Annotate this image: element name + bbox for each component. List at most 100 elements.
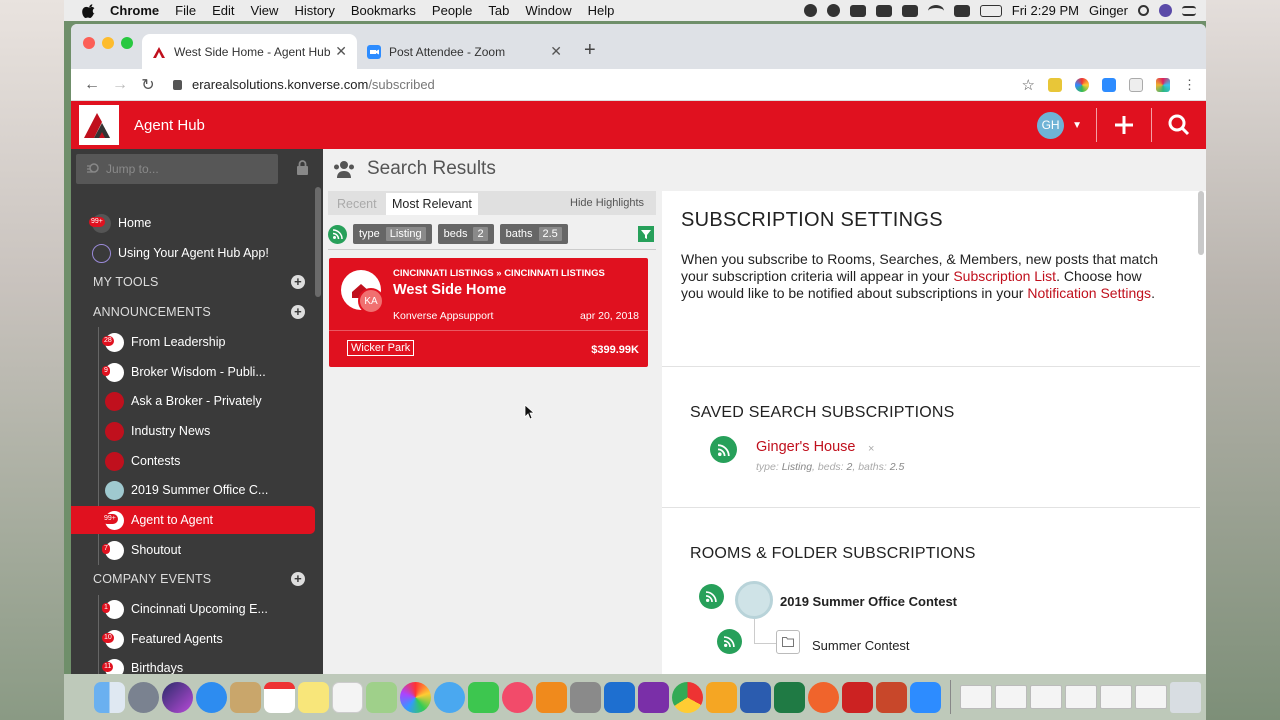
search-result-card[interactable]: KA CINCINNATI LISTINGS » CINCINNATI LIST… [329, 258, 648, 367]
add-icon[interactable]: + [291, 305, 305, 319]
saved-search-rss-button[interactable] [710, 436, 737, 463]
filter-icon[interactable] [638, 226, 654, 242]
launchpad-icon[interactable] [128, 681, 159, 713]
onenote-icon[interactable] [638, 681, 669, 713]
close-tab-icon[interactable]: ✕ [335, 43, 347, 60]
user-avatar[interactable]: GH [1037, 111, 1065, 139]
safari-icon[interactable] [196, 681, 227, 713]
reminders-icon[interactable] [332, 681, 363, 713]
recent-document-icon[interactable] [1030, 685, 1062, 709]
agent-hub-logo[interactable] [79, 105, 119, 145]
powerpoint-icon[interactable] [876, 681, 907, 713]
wifi-icon[interactable] [927, 4, 944, 17]
menu-people[interactable]: People [432, 3, 472, 18]
menu-history[interactable]: History [294, 3, 334, 18]
menubar-user[interactable]: Ginger [1089, 3, 1128, 18]
siri-icon[interactable] [1159, 4, 1172, 17]
menu-bookmarks[interactable]: Bookmarks [351, 3, 416, 18]
creative-cloud-icon[interactable] [826, 4, 840, 17]
new-tab-button[interactable]: + [584, 39, 596, 62]
close-window-button[interactable] [83, 37, 95, 49]
spotlight-icon[interactable] [1138, 5, 1149, 16]
tab-most-relevant[interactable]: Most Relevant [386, 193, 478, 215]
photos-icon[interactable] [400, 681, 431, 713]
pencil-app-icon[interactable] [808, 681, 839, 713]
extension-color-icon[interactable] [1075, 77, 1089, 92]
contacts-icon[interactable] [230, 681, 261, 713]
jump-to-input[interactable]: Jump to... [76, 154, 278, 184]
forward-button[interactable]: → [109, 76, 131, 94]
url-field[interactable]: erarealsolutions.konverse.com/subscribed [173, 77, 1022, 92]
sidebar-item-contests[interactable]: Contests [71, 447, 315, 475]
shield-icon[interactable] [875, 4, 892, 17]
room-name[interactable]: 2019 Summer Office Contest [780, 594, 957, 609]
recent-document-icon[interactable] [1135, 685, 1167, 709]
sidebar-item-ask-a-broker[interactable]: Ask a Broker - Privately [71, 387, 315, 415]
menu-app-name[interactable]: Chrome [110, 3, 159, 18]
chrome-menu-icon[interactable]: ⋮ [1183, 77, 1196, 93]
sidebar-item-using-agent-hub[interactable]: Using Your Agent Hub App! [71, 239, 315, 267]
apple-icon[interactable] [82, 3, 96, 18]
minimize-window-button[interactable] [102, 37, 114, 49]
notification-settings-link[interactable]: Notification Settings [1027, 285, 1151, 301]
lock-icon[interactable] [296, 160, 309, 175]
tab-agent-hub[interactable]: West Side Home - Agent Hub ✕ [142, 34, 357, 69]
cloud-icon[interactable] [849, 4, 866, 17]
section-company-events[interactable]: COMPANY EVENTS + [71, 565, 315, 593]
sketch-icon[interactable] [706, 681, 737, 713]
recent-document-icon[interactable] [1065, 685, 1097, 709]
word-icon[interactable] [740, 681, 771, 713]
menu-tab[interactable]: Tab [488, 3, 509, 18]
excel-icon[interactable] [774, 681, 805, 713]
zoom-app-icon[interactable] [910, 681, 941, 713]
maps-icon[interactable] [366, 681, 397, 713]
messages-icon[interactable] [434, 681, 465, 713]
bookmark-star-icon[interactable]: ☆ [1022, 76, 1035, 94]
recent-document-icon[interactable] [960, 685, 992, 709]
panel-scrollbar[interactable] [1198, 191, 1204, 255]
sidebar-item-birthdays[interactable]: 11 Birthdays [71, 654, 315, 674]
menubar-clock[interactable]: Fri 2:29 PM [1012, 3, 1079, 18]
result-title[interactable]: West Side Home [393, 282, 506, 298]
tab-zoom[interactable]: Post Attendee - Zoom ✕ [357, 34, 572, 69]
sidebar-scrollbar[interactable] [315, 187, 321, 297]
reload-button[interactable]: ↻ [137, 75, 159, 95]
music-icon[interactable] [502, 681, 533, 713]
saved-search-name[interactable]: Ginger's House [756, 439, 855, 455]
finder-icon[interactable] [94, 681, 125, 713]
chrome-icon[interactable] [672, 681, 703, 713]
sidebar-item-summer-office-contest[interactable]: 2019 Summer Office C... [71, 476, 315, 504]
add-button[interactable] [1097, 101, 1151, 149]
add-icon[interactable]: + [291, 275, 305, 289]
back-button[interactable]: ← [81, 76, 103, 94]
record-icon[interactable] [803, 4, 817, 17]
extension-notes-icon[interactable] [1048, 77, 1062, 92]
sidebar-item-home[interactable]: 99+ Home [71, 209, 315, 237]
room-rss-button[interactable] [699, 584, 724, 609]
siri-icon[interactable] [162, 681, 193, 713]
recent-document-icon[interactable] [1100, 685, 1132, 709]
outlook-icon[interactable] [604, 681, 635, 713]
sidebar-item-featured-agents[interactable]: 10 Featured Agents [71, 625, 315, 653]
menu-file[interactable]: File [175, 3, 196, 18]
system-preferences-icon[interactable] [570, 681, 601, 713]
extension-zoom-icon[interactable] [1102, 77, 1116, 92]
filter-chip-beds[interactable]: beds 2 [437, 224, 494, 244]
notes-icon[interactable] [298, 681, 329, 713]
result-breadcrumb[interactable]: CINCINNATI LISTINGS » CINCINNATI LISTING… [393, 268, 605, 279]
battery-icon[interactable] [979, 4, 1002, 17]
subscribe-rss-button[interactable] [328, 224, 347, 244]
extension-code-icon[interactable] [1129, 77, 1143, 92]
extension-slack-icon[interactable] [1156, 77, 1170, 92]
result-author[interactable]: Konverse Appsupport [393, 310, 493, 322]
subscription-list-link[interactable]: Subscription List [953, 268, 1056, 284]
folder-rss-button[interactable] [717, 629, 742, 654]
result-tag[interactable]: Wicker Park [347, 340, 415, 356]
sidebar-item-shoutout[interactable]: 7 Shoutout [71, 536, 315, 564]
menu-view[interactable]: View [250, 3, 278, 18]
add-icon[interactable]: + [291, 572, 305, 586]
hide-highlights-link[interactable]: Hide Highlights [570, 197, 644, 209]
menu-help[interactable]: Help [588, 3, 615, 18]
facetime-icon[interactable] [468, 681, 499, 713]
section-announcements[interactable]: ANNOUNCEMENTS + [71, 298, 315, 326]
